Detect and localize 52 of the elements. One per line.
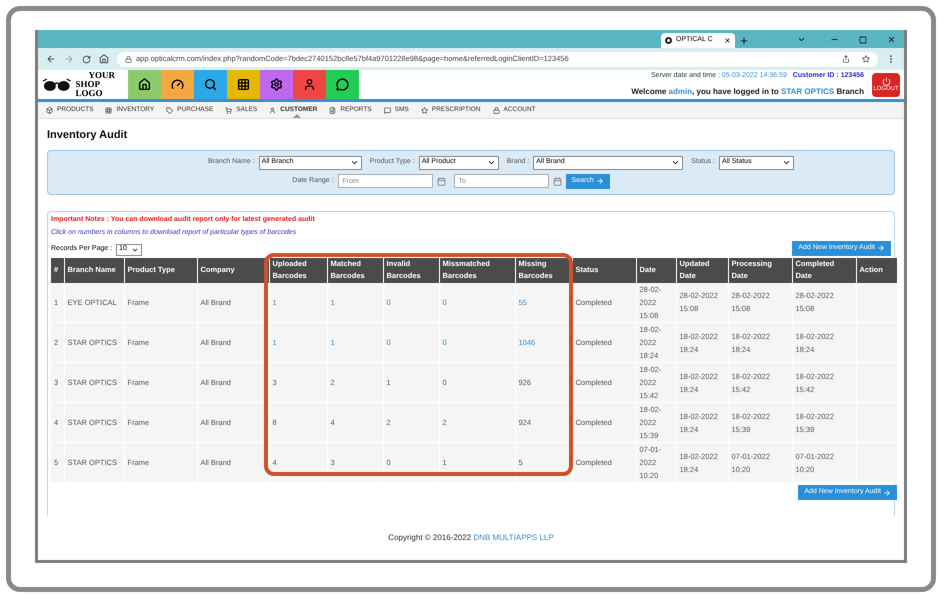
- bookmark-star-icon[interactable]: [862, 55, 870, 63]
- user-icon: [303, 78, 316, 91]
- calendar-icon[interactable]: [552, 176, 562, 186]
- chevron-down-icon[interactable]: [797, 35, 806, 44]
- power-icon: [882, 77, 890, 86]
- close-icon[interactable]: [724, 37, 731, 44]
- active-pointer: [293, 114, 302, 118]
- home-icon: [138, 78, 151, 91]
- tag-icon: [166, 106, 174, 114]
- site-icon: [665, 37, 672, 44]
- chevron-down-icon: [350, 158, 359, 167]
- arrow-right-icon: [877, 244, 885, 252]
- grid-icon: [237, 78, 250, 91]
- quick-button[interactable]: [161, 70, 194, 99]
- back-icon[interactable]: [46, 54, 56, 64]
- glasses-icon: [42, 78, 72, 92]
- chat-icon: [384, 106, 391, 114]
- home-icon[interactable]: [99, 54, 109, 64]
- star-icon: [420, 106, 428, 114]
- chevron-down-icon: [671, 158, 680, 167]
- maximize-icon[interactable]: [859, 36, 867, 44]
- logo-text: YOUR: [88, 71, 116, 80]
- lock-icon: [125, 56, 132, 62]
- share-icon[interactable]: [842, 55, 850, 63]
- user-icon: [269, 106, 276, 114]
- chevron-down-icon: [782, 158, 791, 167]
- quick-button[interactable]: [293, 70, 326, 99]
- page-title: Inventory Audit: [47, 128, 128, 143]
- arrow-right-icon: [596, 177, 604, 185]
- calendar-icon[interactable]: [436, 176, 446, 186]
- reload-icon[interactable]: [82, 54, 91, 64]
- arrow-right-icon: [883, 488, 891, 496]
- quick-button[interactable]: [260, 70, 293, 99]
- search-icon: [204, 78, 217, 91]
- logo-text: SHOP LOGO: [76, 80, 104, 98]
- chat-icon: [336, 78, 349, 91]
- quick-button[interactable]: [194, 70, 227, 99]
- copyright-text: Copyright © 2016-2022 DNB MULTIAPPS LLP: [387, 532, 555, 544]
- quick-button[interactable]: [227, 70, 260, 99]
- file-icon: [329, 106, 336, 114]
- new-tab-icon[interactable]: [739, 36, 749, 46]
- quick-button[interactable]: [326, 70, 359, 99]
- box-icon: [46, 106, 53, 114]
- cart-icon: [225, 106, 232, 114]
- welcome-text: Welcome admin, you have logged in to STAR OPTICS Branch: [631, 86, 864, 98]
- grid-icon: [105, 106, 112, 114]
- lock-icon: [492, 106, 500, 114]
- gauge-icon: [171, 78, 184, 91]
- chevron-down-icon: [486, 158, 496, 167]
- quick-button[interactable]: [128, 70, 161, 99]
- close-icon[interactable]: [887, 35, 896, 44]
- settings-icon: [270, 78, 283, 91]
